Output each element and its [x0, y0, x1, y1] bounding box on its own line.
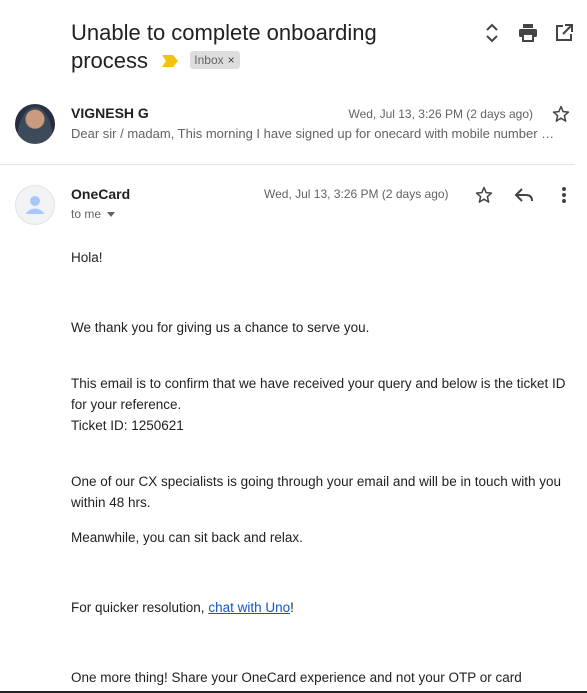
link-prefix: For quicker resolution,	[71, 600, 209, 615]
expand-collapse-icon[interactable]	[481, 22, 503, 44]
body-paragraph: This email is to confirm that we have re…	[71, 376, 566, 412]
body-paragraph: For quicker resolution, chat with Uno!	[71, 597, 571, 618]
body-paragraph: One more thing! Share your OneCard exper…	[71, 670, 522, 685]
body-paragraph: We thank you for giving us a chance to s…	[71, 320, 370, 335]
ticket-id: Ticket ID: 1250621	[71, 418, 184, 433]
chat-with-uno-link[interactable]: chat with Uno	[208, 600, 290, 615]
default-person-icon	[26, 196, 44, 214]
chevron-down-icon[interactable]	[107, 212, 116, 218]
collapsed-message[interactable]: VIGNESH G Dear sir / madam, This morning…	[0, 96, 575, 164]
sender-name: OneCard	[71, 186, 131, 202]
recipient-text: to me	[71, 207, 102, 221]
print-icon[interactable]	[517, 22, 539, 44]
remove-label-icon[interactable]: ×	[228, 51, 235, 69]
thread-toolbar	[481, 22, 575, 44]
star-icon[interactable]	[472, 184, 496, 206]
inbox-label-chip: Inbox ×	[190, 51, 240, 70]
recipient-details-toggle[interactable]: to me	[71, 207, 116, 221]
message-actions	[472, 184, 576, 206]
label-chip-text: Inbox	[194, 53, 224, 68]
more-options-icon[interactable]	[552, 184, 576, 206]
body-paragraph: Meanwhile, you can sit back and relax.	[71, 530, 303, 545]
avatar	[15, 104, 55, 144]
link-suffix: !	[290, 600, 294, 615]
star-icon[interactable]	[551, 104, 571, 124]
open-in-new-window-icon[interactable]	[553, 22, 575, 44]
sender-name: VIGNESH G	[71, 105, 149, 121]
divider	[0, 164, 575, 165]
message-date: Wed, Jul 13, 3:26 PM (2 days ago)	[348, 107, 533, 121]
greeting: Hola!	[71, 250, 103, 265]
important-marker-icon[interactable]	[162, 54, 179, 67]
message-date: Wed, Jul 13, 3:26 PM (2 days ago)	[264, 187, 449, 201]
body-paragraph: One of our CX specialists is going throu…	[71, 474, 562, 510]
message-body: Hola! We thank you for giving us a chanc…	[71, 247, 571, 688]
reply-icon[interactable]	[512, 184, 536, 206]
message-snippet: Dear sir / madam, This morning I have si…	[71, 126, 555, 141]
email-subject: Unable to complete onboarding process In…	[71, 19, 401, 75]
avatar	[15, 185, 55, 225]
